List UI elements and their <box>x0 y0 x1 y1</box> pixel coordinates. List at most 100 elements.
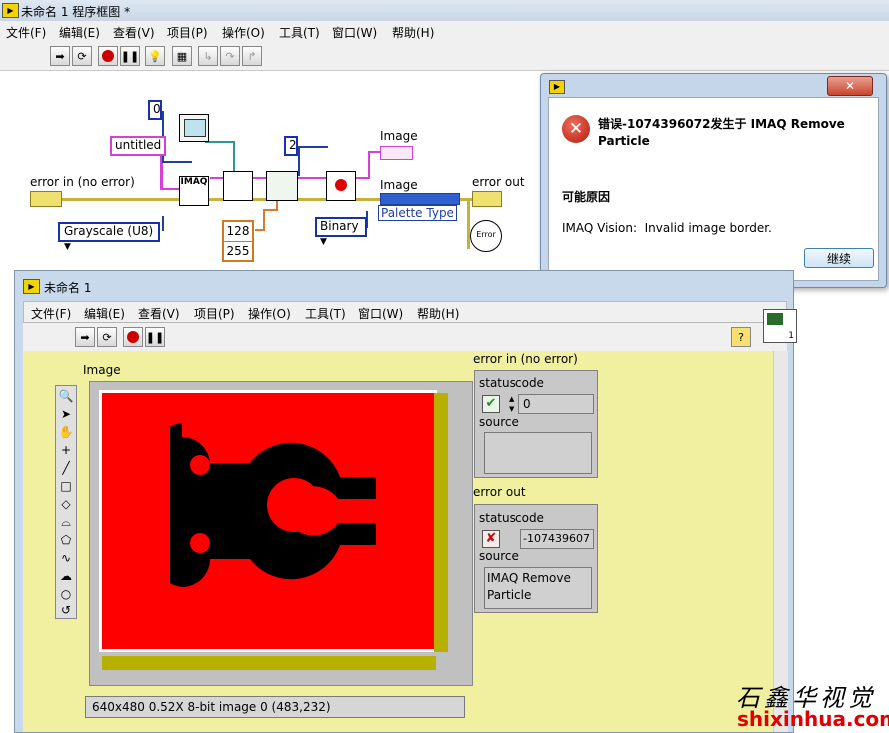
menu-operate[interactable]: 操作(O) <box>222 24 265 41</box>
menu-file[interactable]: 文件(F) <box>6 24 46 41</box>
error-out-cluster-label: error out <box>473 485 526 499</box>
binary-palette-enum[interactable]: Binary ▼ <box>315 217 367 247</box>
retain-wire-values-icon[interactable]: ▦ <box>172 46 192 66</box>
source-label: source <box>479 549 519 563</box>
imaq-remove-particle-node[interactable] <box>326 171 356 201</box>
context-help-icon[interactable]: ? <box>731 327 751 347</box>
image-wire <box>160 188 180 190</box>
range-wire <box>263 209 265 231</box>
zoom-icon[interactable]: 🔍 <box>58 388 74 404</box>
imaq-create-node[interactable]: IMAQ <box>179 176 209 206</box>
pause-icon[interactable]: ❚❚ <box>145 327 165 347</box>
image-wire-label: Image <box>380 178 418 192</box>
step-into-icon[interactable]: ↳ <box>198 46 218 66</box>
error-dialog: ▶ ✕ ✕ 错误-1074396072发生于 IMAQ Remove Parti… <box>540 73 887 288</box>
two-constant[interactable]: 2 <box>284 136 298 156</box>
annulus-tool-icon[interactable]: ⌓ <box>58 514 74 530</box>
pause-icon[interactable]: ❚❚ <box>120 46 140 66</box>
simple-error-handler-node[interactable]: Error <box>470 220 502 252</box>
menu-window[interactable]: 窗口(W) <box>332 24 377 41</box>
front-panel-titlebar: ▶ 未命名 1 <box>15 271 793 301</box>
abort-icon[interactable] <box>98 46 118 66</box>
palette-type-property[interactable]: Palette Type <box>378 205 457 221</box>
image-info-bar: 640x480 0.52X 8-bit image 0 (483,232) <box>85 696 465 718</box>
menu-project[interactable]: 项目(P) <box>167 24 208 41</box>
imaq-label: IMAQ <box>180 177 208 187</box>
menu-operate[interactable]: 操作(O) <box>248 305 291 322</box>
cause-text: IMAQ Vision: Invalid image border. <box>562 221 772 235</box>
polygon-tool-icon[interactable]: ⬠ <box>58 532 74 548</box>
menu-tools[interactable]: 工具(T) <box>305 305 346 322</box>
error-out-label: error out <box>472 175 525 189</box>
status-checkmark-icon[interactable]: ✔ <box>482 395 500 413</box>
menu-tools[interactable]: 工具(T) <box>279 24 320 41</box>
menu-file[interactable]: 文件(F) <box>31 305 71 322</box>
imaq-threshold-node[interactable] <box>266 171 298 201</box>
menu-window[interactable]: 窗口(W) <box>358 305 403 322</box>
block-diagram-toolbar: ➡ ⟳ ❚❚ 💡 ▦ ↳ ↷ ↱ <box>0 42 889 71</box>
range-high-value[interactable]: 255 <box>224 242 252 261</box>
run-arrow-icon[interactable]: ➡ <box>75 327 95 347</box>
error-out-terminal[interactable] <box>472 191 502 207</box>
image-display[interactable] <box>89 381 473 686</box>
menu-help[interactable]: 帮助(H) <box>392 24 434 41</box>
menu-project[interactable]: 项目(P) <box>194 305 235 322</box>
pointer-icon[interactable]: ➤ <box>58 406 74 422</box>
crosshair-icon[interactable]: + <box>58 442 74 458</box>
run-continuously-icon[interactable]: ⟳ <box>97 327 117 347</box>
untitled-string-constant[interactable]: untitled <box>110 136 167 156</box>
rectangle-tool-icon[interactable]: □ <box>58 478 74 494</box>
range-low-value[interactable]: 128 <box>224 222 252 242</box>
step-out-icon[interactable]: ↱ <box>242 46 262 66</box>
freehand-region-icon[interactable]: ☁ <box>58 568 74 584</box>
image-indicator-terminal[interactable] <box>380 146 413 160</box>
vi-icon[interactable]: 1 <box>763 309 797 343</box>
error-wire <box>467 199 470 249</box>
panel-scrollbar[interactable] <box>773 351 788 732</box>
rotated-rect-icon[interactable]: ◇ <box>58 496 74 512</box>
source-field[interactable]: IMAQ Remove Particle <box>484 567 592 609</box>
close-button[interactable]: ✕ <box>827 76 873 96</box>
code-increment-icon[interactable]: ▲ ▼ <box>509 394 516 414</box>
horizontal-scrollbar[interactable] <box>102 656 436 670</box>
broken-line-icon[interactable]: ↺ <box>58 602 74 618</box>
image-property-node[interactable] <box>380 193 460 205</box>
pan-hand-icon[interactable]: ✋ <box>58 424 74 440</box>
zero-constant[interactable]: 0 <box>148 100 162 120</box>
highlight-execution-icon[interactable]: 💡 <box>145 46 165 66</box>
run-arrow-icon[interactable]: ➡ <box>50 46 70 66</box>
image-type-enum[interactable]: Grayscale (U8) ▼ <box>58 222 160 252</box>
image-canvas[interactable] <box>99 390 437 652</box>
error-out-cluster: status code ✘ -107439607 source IMAQ Rem… <box>474 504 598 613</box>
image-display-icon[interactable] <box>179 114 209 142</box>
status-x-icon[interactable]: ✘ <box>482 530 500 548</box>
menu-view[interactable]: 查看(V) <box>113 24 155 41</box>
continue-button[interactable]: 继续 <box>804 248 874 268</box>
step-over-icon[interactable]: ↷ <box>220 46 240 66</box>
labview-icon: ▶ <box>2 3 19 18</box>
run-continuously-icon[interactable]: ⟳ <box>72 46 92 66</box>
labview-icon: ▶ <box>23 279 40 294</box>
front-panel-toolbar: ➡ ⟳ ❚❚ ? 1 <box>23 309 797 351</box>
line-tool-icon[interactable]: ╱ <box>58 460 74 476</box>
abort-icon[interactable] <box>123 327 143 347</box>
vertical-scrollbar[interactable] <box>434 393 448 652</box>
image-wire <box>368 151 380 153</box>
code-field[interactable]: -107439607 <box>520 529 594 549</box>
freehand-tool-icon[interactable]: ∿ <box>58 550 74 566</box>
front-panel-menubar: 文件(F) 编辑(E) 查看(V) 项目(P) 操作(O) 工具(T) 窗口(W… <box>23 301 787 323</box>
menu-edit[interactable]: 编辑(E) <box>59 24 100 41</box>
menu-edit[interactable]: 编辑(E) <box>84 305 125 322</box>
imaq-read-file-node[interactable] <box>223 171 253 201</box>
error-in-terminal[interactable] <box>30 191 62 207</box>
menu-view[interactable]: 查看(V) <box>138 305 180 322</box>
source-field[interactable] <box>484 432 592 474</box>
oval-tool-icon[interactable]: ○ <box>58 586 74 602</box>
menu-help[interactable]: 帮助(H) <box>417 305 459 322</box>
block-diagram-titlebar: ▶ 未命名 1 程序框图 * <box>0 0 889 22</box>
code-field[interactable]: 0 <box>518 394 594 414</box>
range-cluster-constant[interactable]: 128 255 <box>222 220 254 262</box>
labview-icon: ▶ <box>549 80 565 94</box>
code-label: code <box>515 376 544 390</box>
window-title: 未命名 1 程序框图 * <box>21 5 131 19</box>
